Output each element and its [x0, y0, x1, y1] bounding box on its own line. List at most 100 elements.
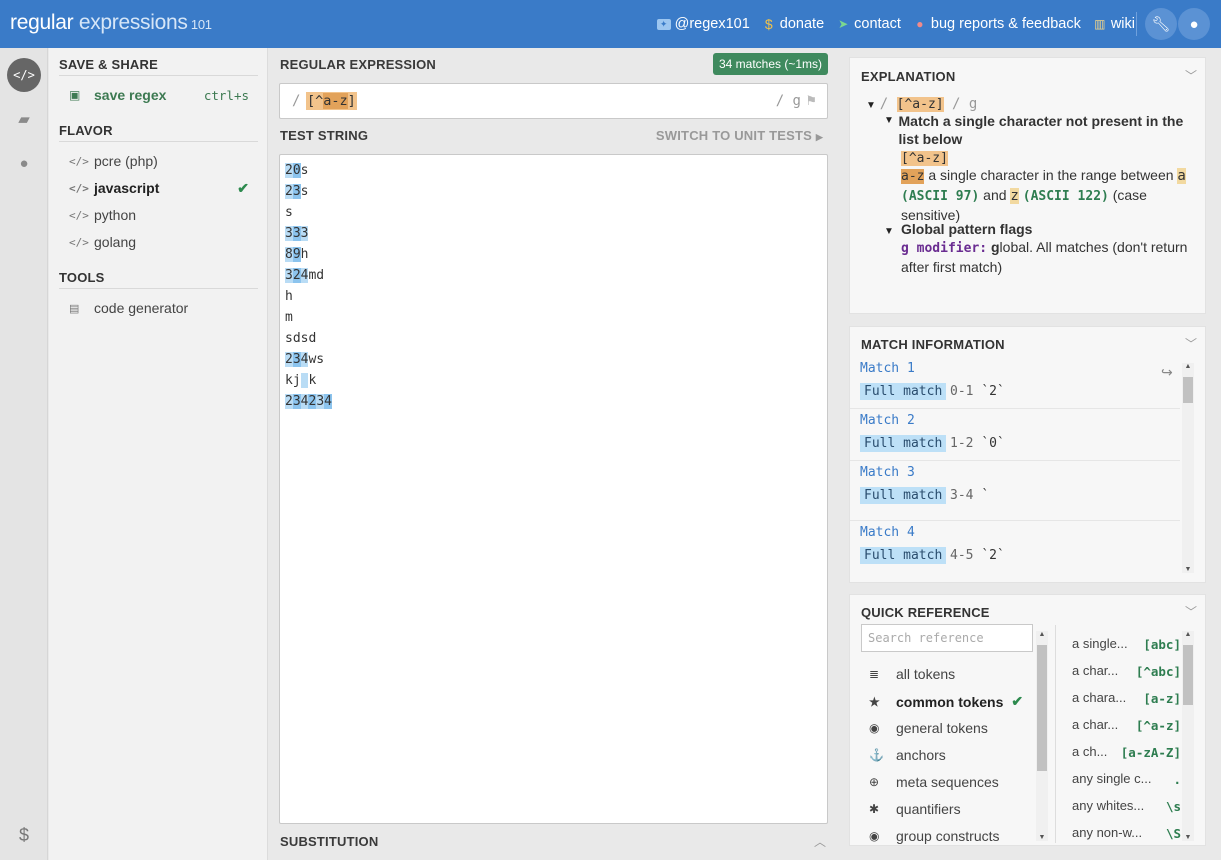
- ref-token: [a-z]: [1143, 691, 1181, 706]
- test-string-line[interactable]: 20s: [285, 162, 308, 181]
- match-range: 1-2: [950, 436, 974, 451]
- scroll-down-arrow[interactable]: ▼: [1182, 566, 1194, 573]
- test-string-line[interactable]: m: [285, 309, 293, 328]
- match-range: 0-1: [950, 384, 974, 399]
- chat-button[interactable]: ●: [7, 146, 41, 180]
- code-generator-link[interactable]: ▤ code generator: [69, 300, 249, 316]
- flavor-label: golang: [94, 234, 137, 250]
- match-name: Match 1: [860, 361, 915, 376]
- categories-scrollbar[interactable]: ▲ ▼: [1036, 631, 1048, 841]
- match-value: `2`: [981, 384, 1005, 399]
- category-common-tokens[interactable]: ★ common tokens ✔: [869, 693, 1023, 710]
- scroll-down-arrow[interactable]: ▼: [1036, 834, 1048, 841]
- category-all-tokens[interactable]: ≣ all tokens: [869, 666, 955, 682]
- triangle-down-icon[interactable]: ▼: [866, 100, 876, 111]
- match-group[interactable]: Match 3 Full match 3-4 `: [850, 461, 1180, 521]
- ref-desc: any whites...: [1072, 798, 1145, 813]
- category-label: common tokens: [896, 693, 1004, 710]
- wiki-link-label: wiki: [1110, 16, 1135, 32]
- flavor-python[interactable]: </> python: [69, 207, 249, 223]
- category-anchors[interactable]: ⚓ anchors: [869, 747, 946, 763]
- regex-input[interactable]: / [^a-z] / g ⚑: [279, 83, 828, 119]
- header-links: ✦ @regex101 $ donate ➤ contact ● bug reports…: [656, 0, 1135, 48]
- account-button[interactable]: ●: [1178, 8, 1210, 40]
- sponsor-button[interactable]: $: [7, 818, 41, 852]
- scrollbar-thumb[interactable]: [1183, 377, 1193, 403]
- bug-reports-link[interactable]: ● bug reports & feedback: [913, 16, 1081, 32]
- test-string-line[interactable]: 23s: [285, 183, 308, 202]
- library-button[interactable]: ▰: [7, 102, 41, 136]
- save-shortcut: ctrl+s: [203, 87, 249, 103]
- category-meta-sequences[interactable]: ⊕ meta sequences: [869, 774, 999, 790]
- donate-link[interactable]: $ donate: [762, 16, 824, 32]
- item2-desc: g modifier: global. All matches (don't r…: [901, 238, 1201, 276]
- code-icon: </>: [69, 181, 89, 195]
- test-string-line[interactable]: sdsd: [285, 330, 316, 349]
- ref-token: [^abc]: [1135, 664, 1181, 679]
- match-group[interactable]: Match 4 Full match 4-5 `2`: [850, 521, 1180, 573]
- chevron-down-icon[interactable]: ﹀: [1185, 67, 1197, 84]
- wrench-icon: 🔧︎: [1151, 16, 1171, 33]
- contact-link[interactable]: ➤ contact: [836, 16, 901, 32]
- twitter-link[interactable]: ✦ @regex101: [656, 16, 750, 32]
- flavor-pcre[interactable]: </> pcre (php): [69, 153, 249, 169]
- ref-item[interactable]: any non-w...: [1072, 825, 1170, 840]
- match-group[interactable]: Match 1 Full match 0-1 `2`: [850, 357, 1180, 409]
- ref-item[interactable]: any whites...: [1072, 798, 1170, 813]
- test-string-editor[interactable]: 20s 23s s 333 89h 324md h m sdsd 234ws kj k 234234: [279, 154, 828, 824]
- match-info-scrollbar[interactable]: ▲ ▼: [1182, 363, 1194, 573]
- scroll-down-arrow[interactable]: ▼: [1182, 834, 1194, 841]
- test-string-line[interactable]: 89h: [285, 246, 308, 265]
- test-string-line[interactable]: 234234: [285, 393, 332, 412]
- save-regex-button[interactable]: ▣ save regex ctrl+s: [69, 87, 249, 103]
- test-string-line[interactable]: 234ws: [285, 351, 324, 370]
- category-quantifiers[interactable]: ✱ quantifiers: [869, 801, 961, 817]
- quick-reference-panel: QUICK REFERENCE ﹀ Search reference ≣ all …: [849, 594, 1206, 846]
- reference-search-input[interactable]: Search reference: [861, 624, 1033, 652]
- scroll-up-arrow[interactable]: ▲: [1036, 631, 1048, 638]
- test-text: h: [300, 247, 309, 262]
- match-group[interactable]: Match 2 Full match 1-2 `0`: [850, 409, 1180, 461]
- ref-item[interactable]: any single c...: [1072, 771, 1170, 786]
- match-highlight: 2: [285, 163, 293, 178]
- test-string-line[interactable]: kj k: [285, 372, 316, 391]
- explanation-panel: EXPLANATION ﹀ ▼ / [^a-z] / g ▼ Match a si…: [849, 57, 1206, 314]
- range-end-char: z: [1010, 188, 1019, 204]
- save-share-title: SAVE & SHARE: [59, 57, 258, 76]
- test-text: m: [285, 310, 293, 325]
- switch-to-unit-tests[interactable]: SWITCH TO UNIT TESTS ▶: [656, 128, 823, 143]
- full-match-label: Full match: [860, 547, 947, 564]
- test-text: sdsd: [285, 331, 317, 346]
- triangle-down-icon[interactable]: ▼: [884, 223, 901, 241]
- scrollbar-thumb[interactable]: [1037, 645, 1047, 771]
- settings-button[interactable]: 🔧︎: [1145, 8, 1177, 40]
- lifebuoy-icon: ⊕: [869, 775, 880, 789]
- flag-icon[interactable]: ⚑: [805, 93, 817, 109]
- scrollbar-thumb[interactable]: [1183, 645, 1193, 705]
- category-group-constructs[interactable]: ◉ group constructs: [869, 828, 1000, 844]
- left-rail: </> ▰ ● $: [0, 48, 48, 860]
- dollar-icon: $: [18, 824, 29, 845]
- book-icon: ▰: [18, 111, 30, 128]
- match-range: 4-5: [950, 548, 974, 563]
- code-icon: </>: [69, 154, 89, 168]
- editor-button[interactable]: </>: [7, 58, 41, 92]
- scroll-up-arrow[interactable]: ▲: [1182, 631, 1194, 638]
- chevron-up-icon[interactable]: ︿: [814, 833, 826, 850]
- test-string-line[interactable]: 333: [285, 225, 309, 244]
- chevron-down-icon[interactable]: ﹀: [1185, 335, 1197, 352]
- test-string-line[interactable]: 324md: [285, 267, 324, 286]
- category-general-tokens[interactable]: ◉ general tokens: [869, 720, 988, 736]
- scroll-up-arrow[interactable]: ▲: [1182, 363, 1194, 370]
- regex-flags[interactable]: / g: [776, 93, 801, 109]
- test-string-line[interactable]: h: [285, 288, 293, 307]
- flavor-golang[interactable]: </> golang: [69, 234, 249, 250]
- wiki-link[interactable]: ▥ wiki: [1093, 16, 1135, 32]
- triangle-down-icon[interactable]: ▼: [884, 112, 899, 148]
- flavor-javascript[interactable]: </> javascript ✔: [69, 180, 249, 197]
- brand-logo[interactable]: regular expressions 101: [10, 11, 212, 35]
- chevron-down-icon[interactable]: ﹀: [1185, 603, 1197, 620]
- tokens-scrollbar[interactable]: ▲ ▼: [1182, 631, 1194, 841]
- quick-ref-divider: [1055, 625, 1056, 843]
- test-string-line[interactable]: s: [285, 204, 293, 223]
